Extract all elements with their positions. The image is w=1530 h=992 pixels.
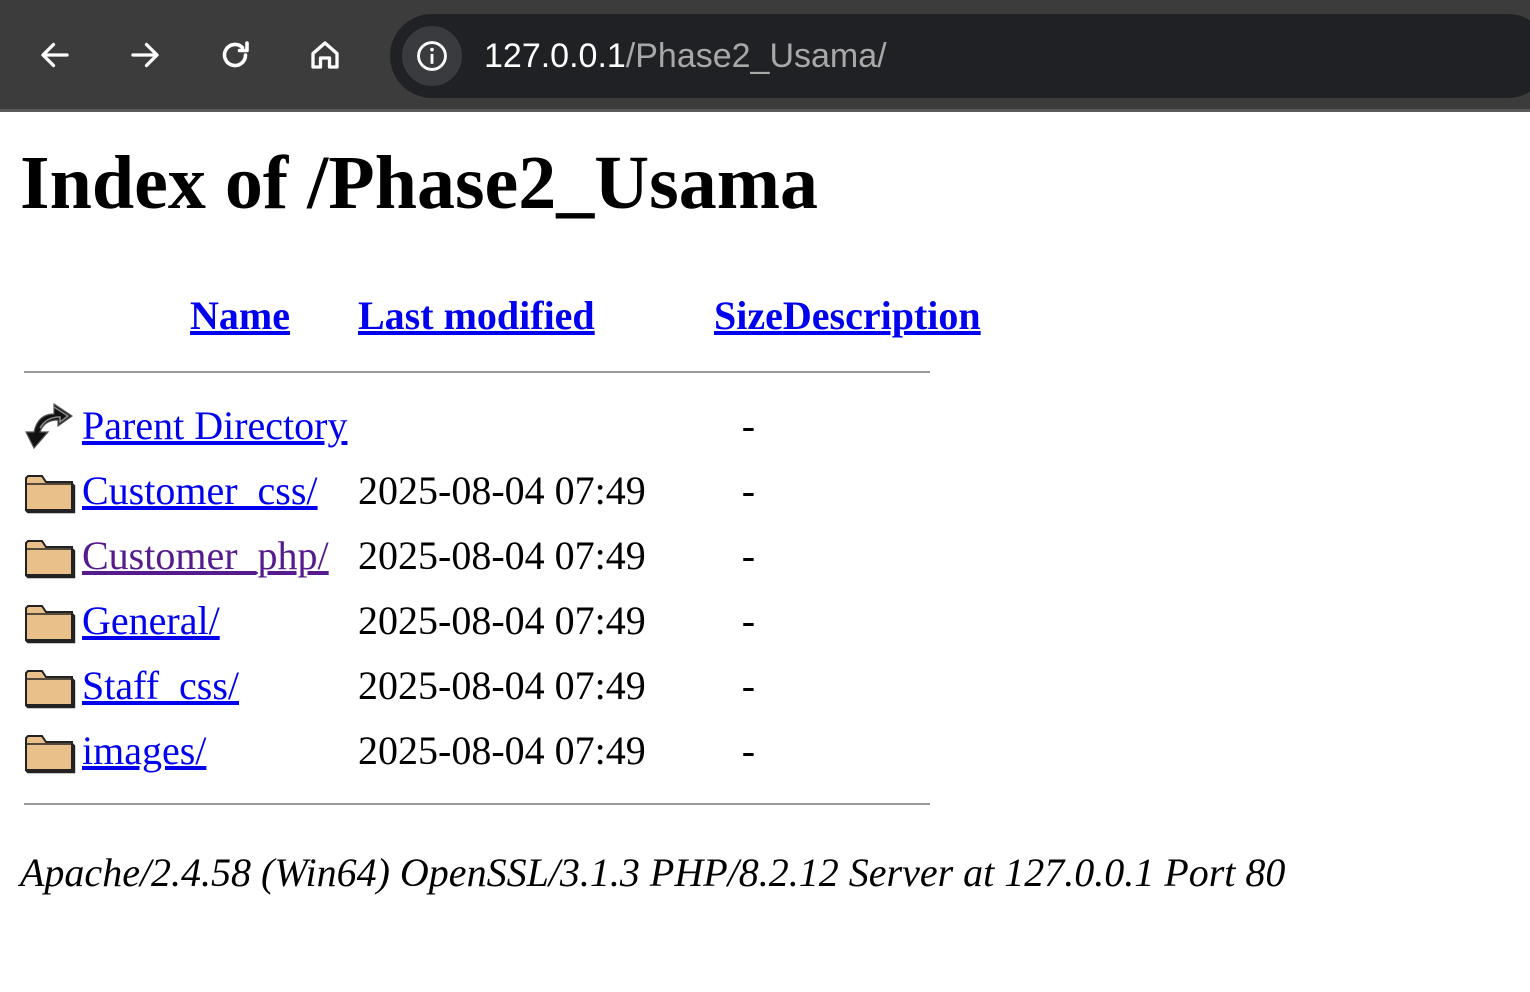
table-row: General/ 2025-08-04 07:49 - xyxy=(24,588,981,653)
folder-icon xyxy=(25,669,76,708)
size-column-header: Size xyxy=(714,279,783,351)
icon-column-header xyxy=(24,279,82,351)
size-cell: - xyxy=(741,728,756,773)
folder-icon xyxy=(25,474,76,513)
description-column-header: Description xyxy=(783,279,981,351)
url-path: /Phase2_Usama/ xyxy=(625,37,887,75)
name-column-header: Name xyxy=(82,279,358,351)
modified-cell: 2025-08-04 07:49 xyxy=(358,598,646,643)
description-cell xyxy=(783,718,981,783)
horizontal-rule xyxy=(24,803,930,805)
description-cell xyxy=(783,653,981,718)
site-info-button[interactable] xyxy=(402,26,462,86)
reload-button[interactable] xyxy=(212,32,258,78)
header-row: Name Last modified Size Description xyxy=(24,279,981,351)
server-signature: Apache/2.4.58 (Win64) OpenSSL/3.1.3 PHP/… xyxy=(20,850,1286,895)
sort-by-size-link[interactable]: Size xyxy=(714,293,783,338)
parent-date-cell xyxy=(358,393,714,458)
parent-name-cell: Parent Directory xyxy=(82,393,358,458)
modified-cell: 2025-08-04 07:49 xyxy=(358,468,646,513)
horizontal-rule xyxy=(24,371,930,373)
back-button[interactable] xyxy=(32,32,78,78)
page-title: Index of /Phase2_Usama xyxy=(20,141,819,225)
last-modified-column-header: Last modified xyxy=(358,279,714,351)
description-cell xyxy=(783,588,981,653)
separator-row xyxy=(24,783,981,825)
entry-link[interactable]: Customer_php/ xyxy=(82,533,329,578)
parent-size-cell: - xyxy=(741,403,756,448)
sort-by-last-modified-link[interactable]: Last modified xyxy=(358,293,595,338)
reload-icon xyxy=(222,41,249,68)
entry-link[interactable]: Staff_css/ xyxy=(82,663,239,708)
parent-directory-row: Parent Directory - xyxy=(24,393,981,458)
size-cell: - xyxy=(741,663,756,708)
forward-button[interactable] xyxy=(122,32,168,78)
parent-description-cell xyxy=(783,393,981,458)
size-cell: - xyxy=(741,468,756,513)
sort-by-name-link[interactable]: Name xyxy=(190,293,290,338)
entry-link[interactable]: Customer_css/ xyxy=(82,468,318,513)
sort-by-description-link[interactable]: Description xyxy=(783,293,981,338)
url-text[interactable]: 127.0.0.1/Phase2_Usama/ xyxy=(484,34,887,78)
description-cell xyxy=(783,523,981,588)
separator-row xyxy=(24,351,981,393)
home-button[interactable] xyxy=(302,32,348,78)
home-icon xyxy=(311,41,339,69)
address-bar[interactable]: 127.0.0.1/Phase2_Usama/ xyxy=(390,14,1530,98)
modified-cell: 2025-08-04 07:49 xyxy=(358,533,646,578)
browser-toolbar: 127.0.0.1/Phase2_Usama/ xyxy=(0,0,1530,112)
folder-icon xyxy=(25,539,76,578)
parent-icon-cell xyxy=(24,393,82,458)
forward-arrow-icon xyxy=(131,42,159,68)
parent-directory-link[interactable]: Parent Directory xyxy=(82,403,347,448)
directory-listing: Name Last modified Size Description Pare… xyxy=(24,279,981,825)
modified-cell: 2025-08-04 07:49 xyxy=(358,663,646,708)
table-row: Customer_php/ 2025-08-04 07:49 - xyxy=(24,523,981,588)
folder-icon xyxy=(25,734,76,773)
entry-link[interactable]: images/ xyxy=(82,728,206,773)
url-host: 127.0.0.1 xyxy=(484,37,626,75)
back-arrow-icon xyxy=(25,402,74,449)
table-row: images/ 2025-08-04 07:49 - xyxy=(24,718,981,783)
size-cell: - xyxy=(741,598,756,643)
back-arrow-icon xyxy=(41,42,69,68)
description-cell xyxy=(783,458,981,523)
size-cell: - xyxy=(741,533,756,578)
table-row: Staff_css/ 2025-08-04 07:49 - xyxy=(24,653,981,718)
modified-cell: 2025-08-04 07:49 xyxy=(358,728,646,773)
table-row: Customer_css/ 2025-08-04 07:49 - xyxy=(24,458,981,523)
entry-link[interactable]: General/ xyxy=(82,598,220,643)
info-icon xyxy=(417,41,447,71)
folder-icon xyxy=(25,604,76,643)
